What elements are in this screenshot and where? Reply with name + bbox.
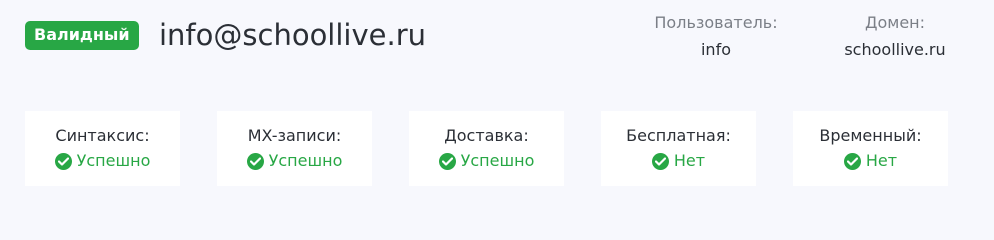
delivery-card: Доставка: Успешно [409, 111, 564, 186]
temporary-card: Временный: Нет [793, 111, 948, 186]
status-text: Успешно [268, 151, 343, 170]
domain-info: Домен: schoollive.ru [815, 13, 975, 60]
valid-badge: Валидный [25, 21, 139, 50]
email-address: info@schoollive.ru [159, 18, 427, 52]
card-title: Синтаксис: [55, 126, 150, 145]
free-card: Бесплатная: Нет [601, 111, 756, 186]
card-title: Временный: [819, 126, 922, 145]
domain-label: Домен: [864, 13, 926, 32]
check-circle-icon [438, 152, 456, 170]
card-status: Успешно [409, 151, 564, 171]
check-circle-icon [843, 152, 861, 170]
card-title: MX-записи: [247, 126, 342, 145]
card-status: Успешно [25, 151, 180, 171]
card-status: Нет [601, 151, 756, 171]
card-status: Успешно [217, 151, 372, 171]
status-text: Нет [673, 151, 706, 170]
result-header: Валидный info@schoollive.ru Пользователь… [0, 0, 994, 80]
user-label: Пользователь: [654, 13, 778, 32]
check-circle-icon [246, 152, 264, 170]
status-text: Успешно [460, 151, 535, 170]
mx-card: MX-записи: Успешно [217, 111, 372, 186]
status-text: Нет [865, 151, 898, 170]
card-title: Бесплатная: [626, 126, 731, 145]
check-circle-icon [54, 152, 72, 170]
status-text: Успешно [76, 151, 151, 170]
card-status: Нет [793, 151, 948, 171]
domain-value: schoollive.ru [844, 40, 946, 59]
syntax-card: Синтаксис: Успешно [25, 111, 180, 186]
user-info: Пользователь: info [636, 13, 796, 60]
card-title: Доставка: [444, 126, 529, 145]
user-value: info [700, 40, 731, 59]
check-circle-icon [651, 152, 669, 170]
